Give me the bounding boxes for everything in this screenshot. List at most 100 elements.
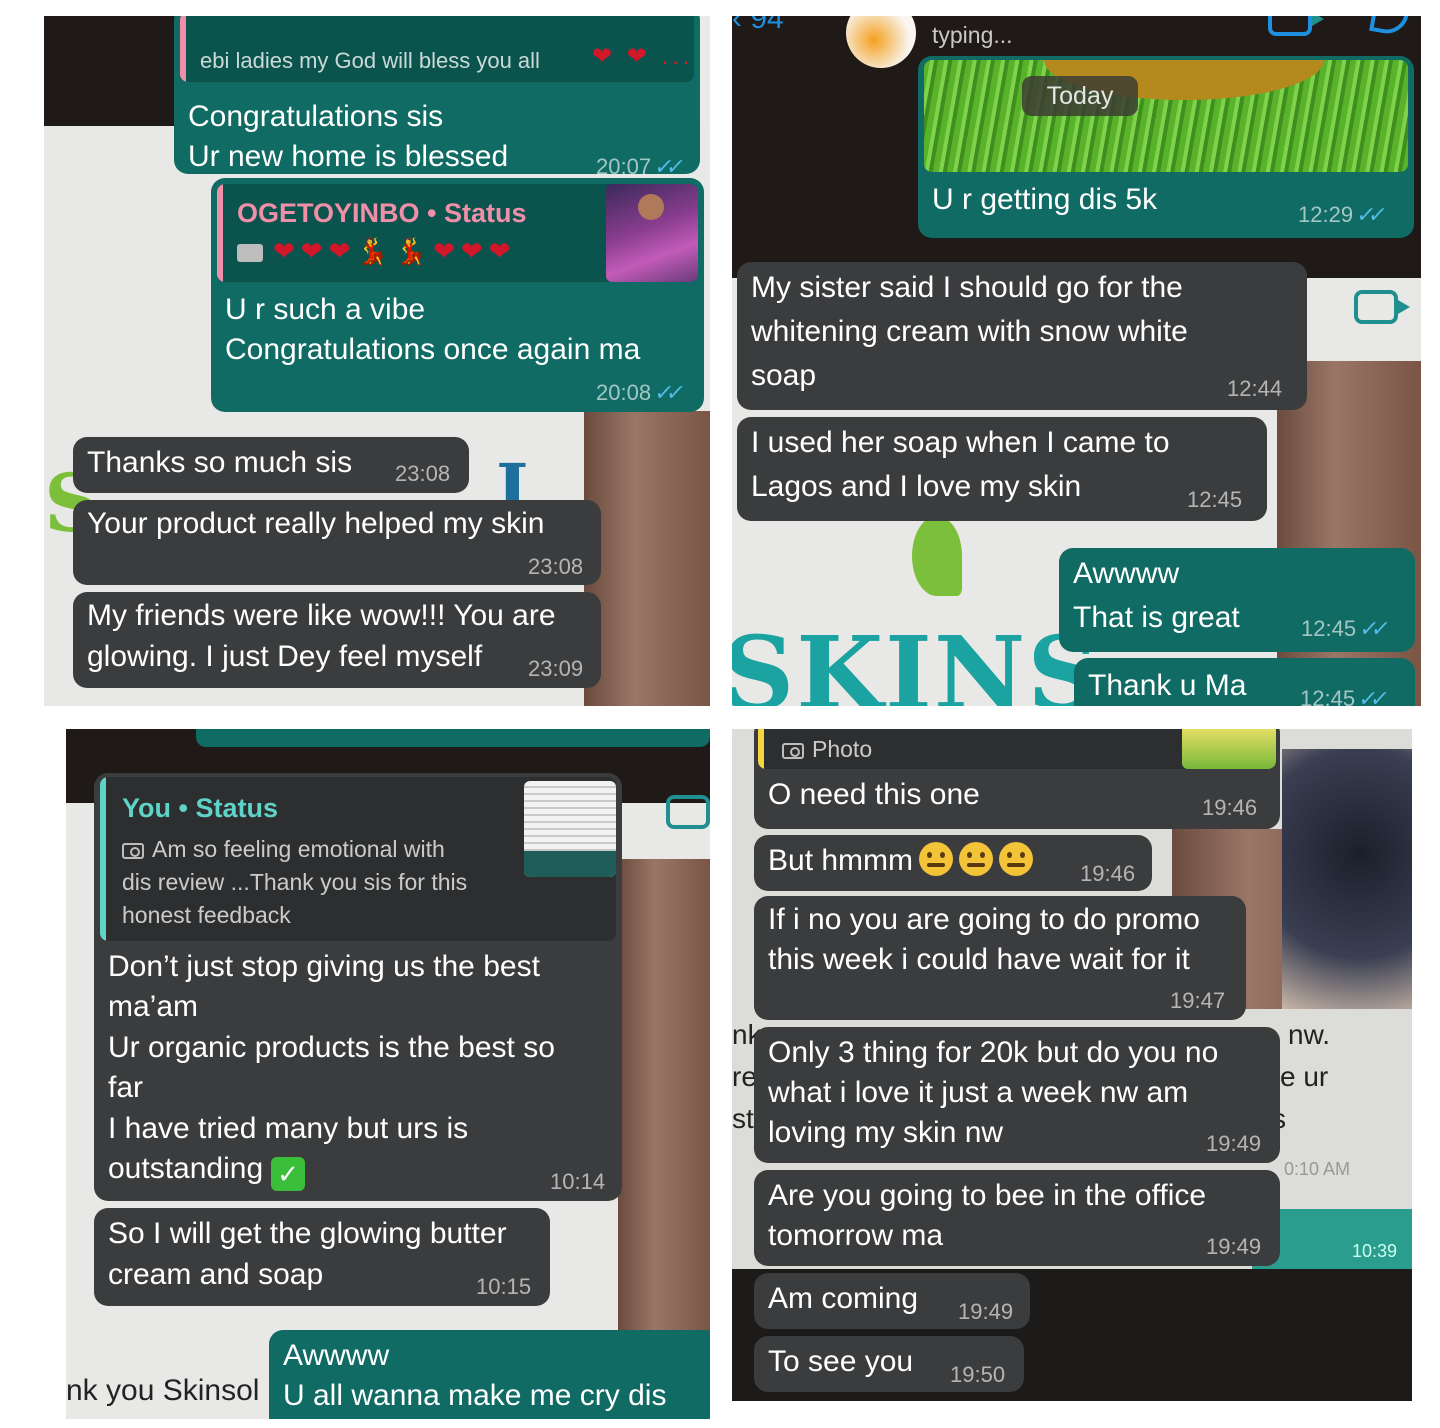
time-text: 20:07 — [596, 154, 652, 179]
background-portrait — [1282, 749, 1412, 1009]
incoming-message-bubble[interactable]: I used her soap when I came to Lagos and… — [737, 417, 1267, 521]
status-author: You • Status — [122, 793, 278, 823]
incoming-message-bubble[interactable]: But hmmm 19:46 — [754, 835, 1152, 891]
message-text: U r such a vibe — [225, 293, 426, 326]
status-thumbnail-image — [524, 781, 616, 877]
outgoing-message-bubble[interactable]: ebi ladies my God will bless you all ❤ ❤… — [174, 16, 700, 179]
time-text: 20:08 — [596, 380, 652, 405]
outgoing-message-bubble[interactable]: Awwww U all wanna make me cry dis — [269, 1330, 710, 1419]
message-text: U r getting dis 5k — [932, 183, 1158, 216]
message-text: I used her soap when I came to — [751, 426, 1170, 459]
read-receipt-icon: ✓✓ — [1357, 616, 1386, 641]
message-text: U all wanna make me cry dis — [283, 1379, 667, 1412]
status-reply-quote[interactable]: OGETOYINBO • Status ❤❤❤💃💃❤❤❤ — [217, 184, 698, 282]
message-text: soap — [751, 359, 817, 392]
message-timestamp: 19:46 — [1202, 795, 1258, 820]
background-photo-strip — [1277, 361, 1421, 706]
time-text: 12:29 — [1298, 202, 1354, 227]
zipper-mouth-face-emoji-icon — [999, 842, 1034, 876]
incoming-message-bubble[interactable]: My sister said I should go for the white… — [737, 262, 1307, 410]
message-timestamp: 19:49 — [1206, 1234, 1262, 1259]
screenshot-panel-1: S I ebi ladies my God will bless you all… — [44, 16, 710, 706]
message-text: Am coming — [768, 1282, 919, 1315]
outgoing-image-message[interactable]: Today U r getting dis 5k 12:29✓✓ — [918, 56, 1414, 238]
message-text-line: outstanding — [108, 1152, 264, 1185]
incoming-message-bubble[interactable]: To see you 19:50 — [754, 1336, 1024, 1392]
message-text: Congratulations sis — [188, 100, 444, 133]
incoming-message-bubble[interactable]: Photo O need this one 19:46 — [754, 729, 1280, 829]
camera-icon — [782, 742, 804, 759]
outgoing-message-bubble[interactable]: Awwww That is great 12:45✓✓ — [1059, 548, 1415, 652]
message-timestamp: 12:44 — [1227, 376, 1283, 401]
screenshot-panel-4: nw. e ur s 0:10 AM 10:39 nk re st Photo … — [732, 729, 1412, 1401]
date-separator-chip: Today — [1022, 76, 1138, 116]
incoming-message-bubble[interactable]: So I will get the glowing butter cream a… — [94, 1208, 550, 1306]
incoming-message-bubble[interactable]: Your product really helped my skin 23:08 — [73, 500, 601, 585]
status-thumbnail-image — [606, 184, 698, 282]
status-reply-quote[interactable]: You • Status Am so feeling emotional wit… — [100, 777, 616, 941]
message-text: Awwww — [1073, 557, 1180, 590]
message-text: cream and soap — [108, 1258, 324, 1291]
background-video-icon — [666, 795, 710, 829]
message-text: tomorrow ma — [768, 1219, 944, 1252]
background-text: nw. — [1288, 1019, 1331, 1050]
typing-indicator: typing... — [932, 22, 1013, 48]
outgoing-message-bubble[interactable]: Thank u Ma 12:45✓✓ — [1074, 658, 1415, 706]
photo-attachment[interactable] — [924, 60, 1408, 172]
message-text: this week i could have wait for it — [768, 943, 1190, 976]
incoming-message-bubble[interactable]: Are you going to bee in the office tomor… — [754, 1170, 1280, 1266]
thumbnail-chat-bubble — [524, 851, 616, 877]
status-emoji-row: ❤❤❤💃💃❤❤❤ — [273, 236, 517, 266]
message-timestamp: 10:14 — [550, 1169, 606, 1194]
background-text: st — [732, 1103, 754, 1134]
previous-outgoing-bubble — [196, 729, 710, 747]
quote-accent-bar — [100, 777, 106, 941]
incoming-message-bubble[interactable]: You • Status Am so feeling emotional wit… — [94, 773, 622, 1201]
read-receipt-icon: ✓✓ — [1356, 686, 1385, 706]
message-text: My friends were like wow!!! You are — [87, 599, 556, 632]
message-text: glowing. I just Dey feel myself — [87, 640, 483, 673]
time-text: 12:45 — [1301, 616, 1357, 641]
message-text: loving my skin nw — [768, 1116, 1004, 1149]
incoming-message-bubble[interactable]: Only 3 thing for 20k but do you no what … — [754, 1027, 1280, 1163]
quote-accent-bar — [758, 729, 764, 769]
message-timestamp: 12:45✓✓ — [1300, 686, 1385, 706]
read-receipt-icon: ✓✓ — [1354, 202, 1383, 227]
background-brand-letters: SKINS — [732, 614, 1102, 706]
message-timestamp: 23:08 — [395, 461, 451, 486]
message-text: Ur organic products is the best so — [108, 1031, 555, 1064]
message-text: My sister said I should go for the — [751, 271, 1183, 304]
message-text: Don’t just stop giving us the best — [108, 950, 540, 983]
message-timestamp: 12:45✓✓ — [1301, 616, 1386, 642]
check-mark-emoji-icon: ✓ — [271, 1157, 306, 1191]
incoming-message-bubble[interactable]: Am coming 19:49 — [754, 1273, 1030, 1329]
screenshot-panel-3: S nk you Skinsol You • Status Am so feel… — [66, 729, 710, 1419]
background-text: 0:10 AM — [1284, 1159, 1351, 1179]
camera-icon — [122, 842, 144, 859]
background-photo-strip — [618, 859, 710, 1379]
background-text: e ur — [1280, 1061, 1329, 1092]
zipper-mouth-face-emoji-icon — [959, 842, 994, 876]
message-timestamp: 20:07✓✓ — [596, 154, 681, 180]
screenshot-panel-2: SKINS ‹ 94 typing... Today U r getting d… — [732, 16, 1421, 706]
incoming-message-bubble[interactable]: Thanks so much sis 23:08 — [73, 437, 469, 493]
outgoing-message-bubble[interactable]: OGETOYINBO • Status ❤❤❤💃💃❤❤❤ U r such a … — [211, 178, 704, 412]
quoted-photo-reply[interactable]: Photo — [758, 729, 1276, 769]
message-text: Lagos and I love my skin — [751, 470, 1082, 503]
quoted-reply[interactable]: ebi ladies my God will bless you all ❤ ❤… — [180, 16, 694, 82]
message-text: But hmmm — [768, 841, 1034, 881]
message-text: whitening cream with snow white — [751, 315, 1188, 348]
read-receipt-icon: ✓✓ — [652, 380, 681, 405]
quoted-hearts-emoji: ❤ ❤ ... — [592, 43, 694, 70]
read-receipt-icon: ✓✓ — [652, 154, 681, 179]
back-button[interactable]: ‹ 94 — [732, 16, 784, 36]
background-text: 10:39 — [1352, 1241, 1398, 1261]
time-text: 12:45 — [1300, 686, 1356, 706]
video-call-icon[interactable] — [1268, 16, 1324, 36]
message-text: O need this one — [768, 778, 980, 811]
incoming-message-bubble[interactable]: If i no you are going to do promo this w… — [754, 896, 1246, 1020]
message-text: Congratulations once again ma — [225, 333, 641, 366]
message-text: outstanding ✓ — [108, 1149, 306, 1191]
message-timestamp: 10:15 — [476, 1274, 532, 1299]
incoming-message-bubble[interactable]: My friends were like wow!!! You are glow… — [73, 592, 601, 688]
